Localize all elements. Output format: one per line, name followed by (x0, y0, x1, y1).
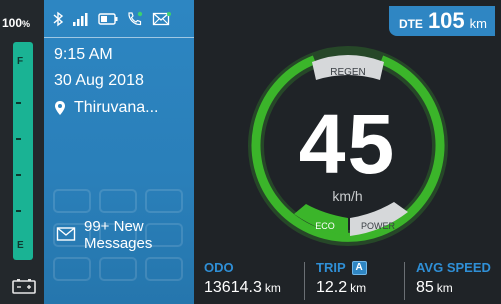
speed-value: 45 (298, 97, 397, 191)
info-panel: 9:15 AM 30 Aug 2018 Thiruvana... 99+ New… (44, 0, 194, 304)
location-pin-icon (55, 101, 65, 115)
stat-divider (304, 262, 305, 300)
avg-speed-value: 85 (416, 279, 434, 296)
battery-empty-marker: E (17, 240, 24, 251)
battery-charge-icon (12, 279, 36, 294)
odo-label: ODO (204, 260, 234, 275)
trip-label-row: TRIP A (316, 260, 367, 275)
odo-unit: km (264, 281, 281, 295)
instrument-cluster: DTE 105 km REGEN ECO POWER 45 km/h ODO 1… (194, 0, 501, 304)
messages-count: 99+ New (84, 218, 144, 235)
battery-bar: F E (13, 42, 33, 260)
power-label: POWER (361, 221, 396, 231)
location-row[interactable]: Thiruvana... (54, 99, 158, 117)
trip-label: TRIP (316, 260, 346, 275)
battery-tick (16, 102, 21, 104)
bluetooth-icon[interactable] (52, 11, 64, 27)
trip-unit: km (350, 281, 367, 295)
speed-unit: km/h (332, 188, 363, 204)
signal-bars-icon (73, 12, 88, 26)
regen-indicator: REGEN (312, 55, 384, 80)
current-date: 30 Aug 2018 (54, 72, 144, 89)
messages-notification[interactable]: 99+ New Messages (56, 218, 152, 252)
mail-icon[interactable] (152, 11, 172, 27)
battery-tick (16, 210, 21, 212)
battery-tick (16, 174, 21, 176)
avg-speed-value-row: 85 km (416, 279, 491, 297)
battery-bar-fill (13, 42, 33, 260)
location-name: Thiruvana... (74, 99, 159, 116)
trip-value: 12.2 (316, 279, 348, 296)
eco-label: ECO (315, 221, 335, 231)
odo-stat: ODO 13614.3 km (204, 260, 281, 297)
odo-value-row: 13614.3 km (204, 279, 281, 297)
odo-value: 13614.3 (204, 279, 262, 296)
avg-speed-label: AVG SPEED (416, 260, 491, 275)
trip-value-row: 12.2 km (316, 279, 367, 297)
battery-status-icon (98, 12, 118, 25)
stat-divider (404, 262, 405, 300)
avg-speed-unit: km (436, 281, 453, 295)
regen-label: REGEN (330, 67, 366, 78)
battery-percent: 100% (2, 16, 31, 30)
battery-full-marker: F (17, 56, 24, 67)
battery-gauge: 100% F E (0, 0, 44, 304)
battery-tick (16, 138, 21, 140)
envelope-icon (56, 227, 76, 241)
trip-stats: ODO 13614.3 km TRIP A 12.2 km AVG SPEED 85 k… (194, 258, 501, 304)
avg-speed-stat: AVG SPEED 85 km (416, 260, 491, 297)
status-bar (44, 0, 194, 38)
trip-a-badge: A (351, 260, 367, 275)
phone-call-icon[interactable] (126, 11, 144, 27)
clock-time: 9:15 AM (54, 46, 113, 63)
trip-stat[interactable]: TRIP A 12.2 km (316, 260, 367, 297)
messages-text: 99+ New Messages (84, 218, 152, 252)
messages-label: Messages (84, 235, 153, 252)
